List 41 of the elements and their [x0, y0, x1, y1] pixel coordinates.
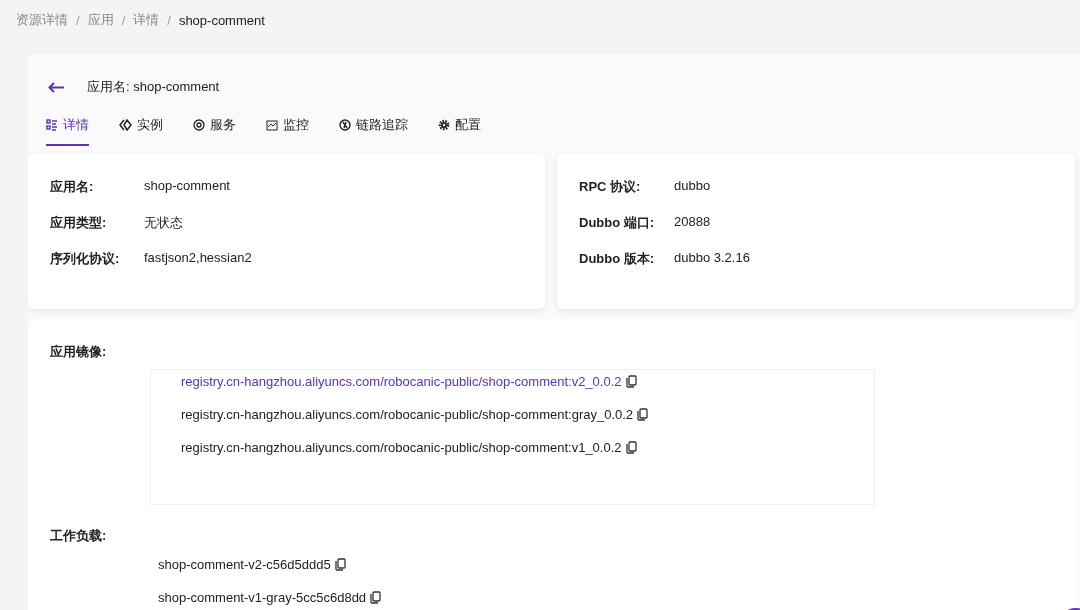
- chart-icon: [266, 119, 278, 131]
- tab[interactable]: 链路追踪: [339, 112, 408, 146]
- field-label: RPC 协议:: [579, 178, 642, 196]
- copy-icon[interactable]: [370, 591, 382, 604]
- trace-icon: [339, 119, 351, 131]
- list-icon: [46, 119, 58, 131]
- workload-name: shop-comment-v1-gray-5cc5c6d8dd: [158, 590, 367, 605]
- field-label: 应用名:: [50, 178, 95, 196]
- settings-icon: [438, 119, 450, 131]
- tab[interactable]: 详情: [46, 112, 89, 146]
- image-link[interactable]: registry.cn-hangzhou.aliyuncs.com/robocanic-public/shop-comment:v2_0.0.2: [181, 374, 622, 389]
- copy-icon[interactable]: [637, 408, 649, 421]
- breadcrumb-separator: /: [167, 12, 171, 28]
- field-value: dubbo: [674, 178, 712, 195]
- field-label: 序列化协议:: [50, 250, 121, 268]
- copy-icon[interactable]: [625, 375, 637, 388]
- field-value: 无状态: [144, 214, 184, 232]
- workload-name: shop-comment-v2-c56d5ddd5: [158, 557, 331, 572]
- current-page-label: shop-comment: [178, 12, 265, 28]
- app-name-title: 应用名: shop-comment: [87, 78, 220, 96]
- image-link[interactable]: registry.cn-hangzhou.aliyuncs.com/robocanic-public/shop-comment:gray_0.0.2: [181, 407, 634, 422]
- tab[interactable]: 监控: [266, 112, 309, 146]
- tab[interactable]: 服务: [193, 112, 236, 146]
- breadcrumb-separator: /: [121, 12, 126, 28]
- field-label: 应用类型:: [50, 214, 108, 232]
- field-label: Dubbo 版本:: [579, 250, 656, 268]
- tab[interactable]: 配置: [438, 112, 481, 146]
- field-value: shop-comment: [144, 178, 231, 195]
- diamond-icon: [119, 119, 132, 131]
- field-label: 应用镜像:: [50, 343, 108, 361]
- back-arrow-icon[interactable]: [48, 81, 65, 93]
- field-label: 工作负载:: [50, 527, 108, 545]
- field-value: 20888: [674, 214, 712, 231]
- field-value: fastjson2,hessian2: [144, 250, 253, 267]
- tab[interactable]: 实例: [119, 112, 163, 146]
- field-label: Dubbo 端口:: [579, 214, 656, 232]
- copy-icon[interactable]: [334, 558, 346, 571]
- field-value: dubbo 3.2.16: [674, 250, 751, 267]
- copy-icon[interactable]: [625, 441, 637, 454]
- image-link[interactable]: registry.cn-hangzhou.aliyuncs.com/robocanic-public/shop-comment:v1_0.0.2: [181, 440, 622, 455]
- breadcrumb-separator: /: [76, 12, 80, 28]
